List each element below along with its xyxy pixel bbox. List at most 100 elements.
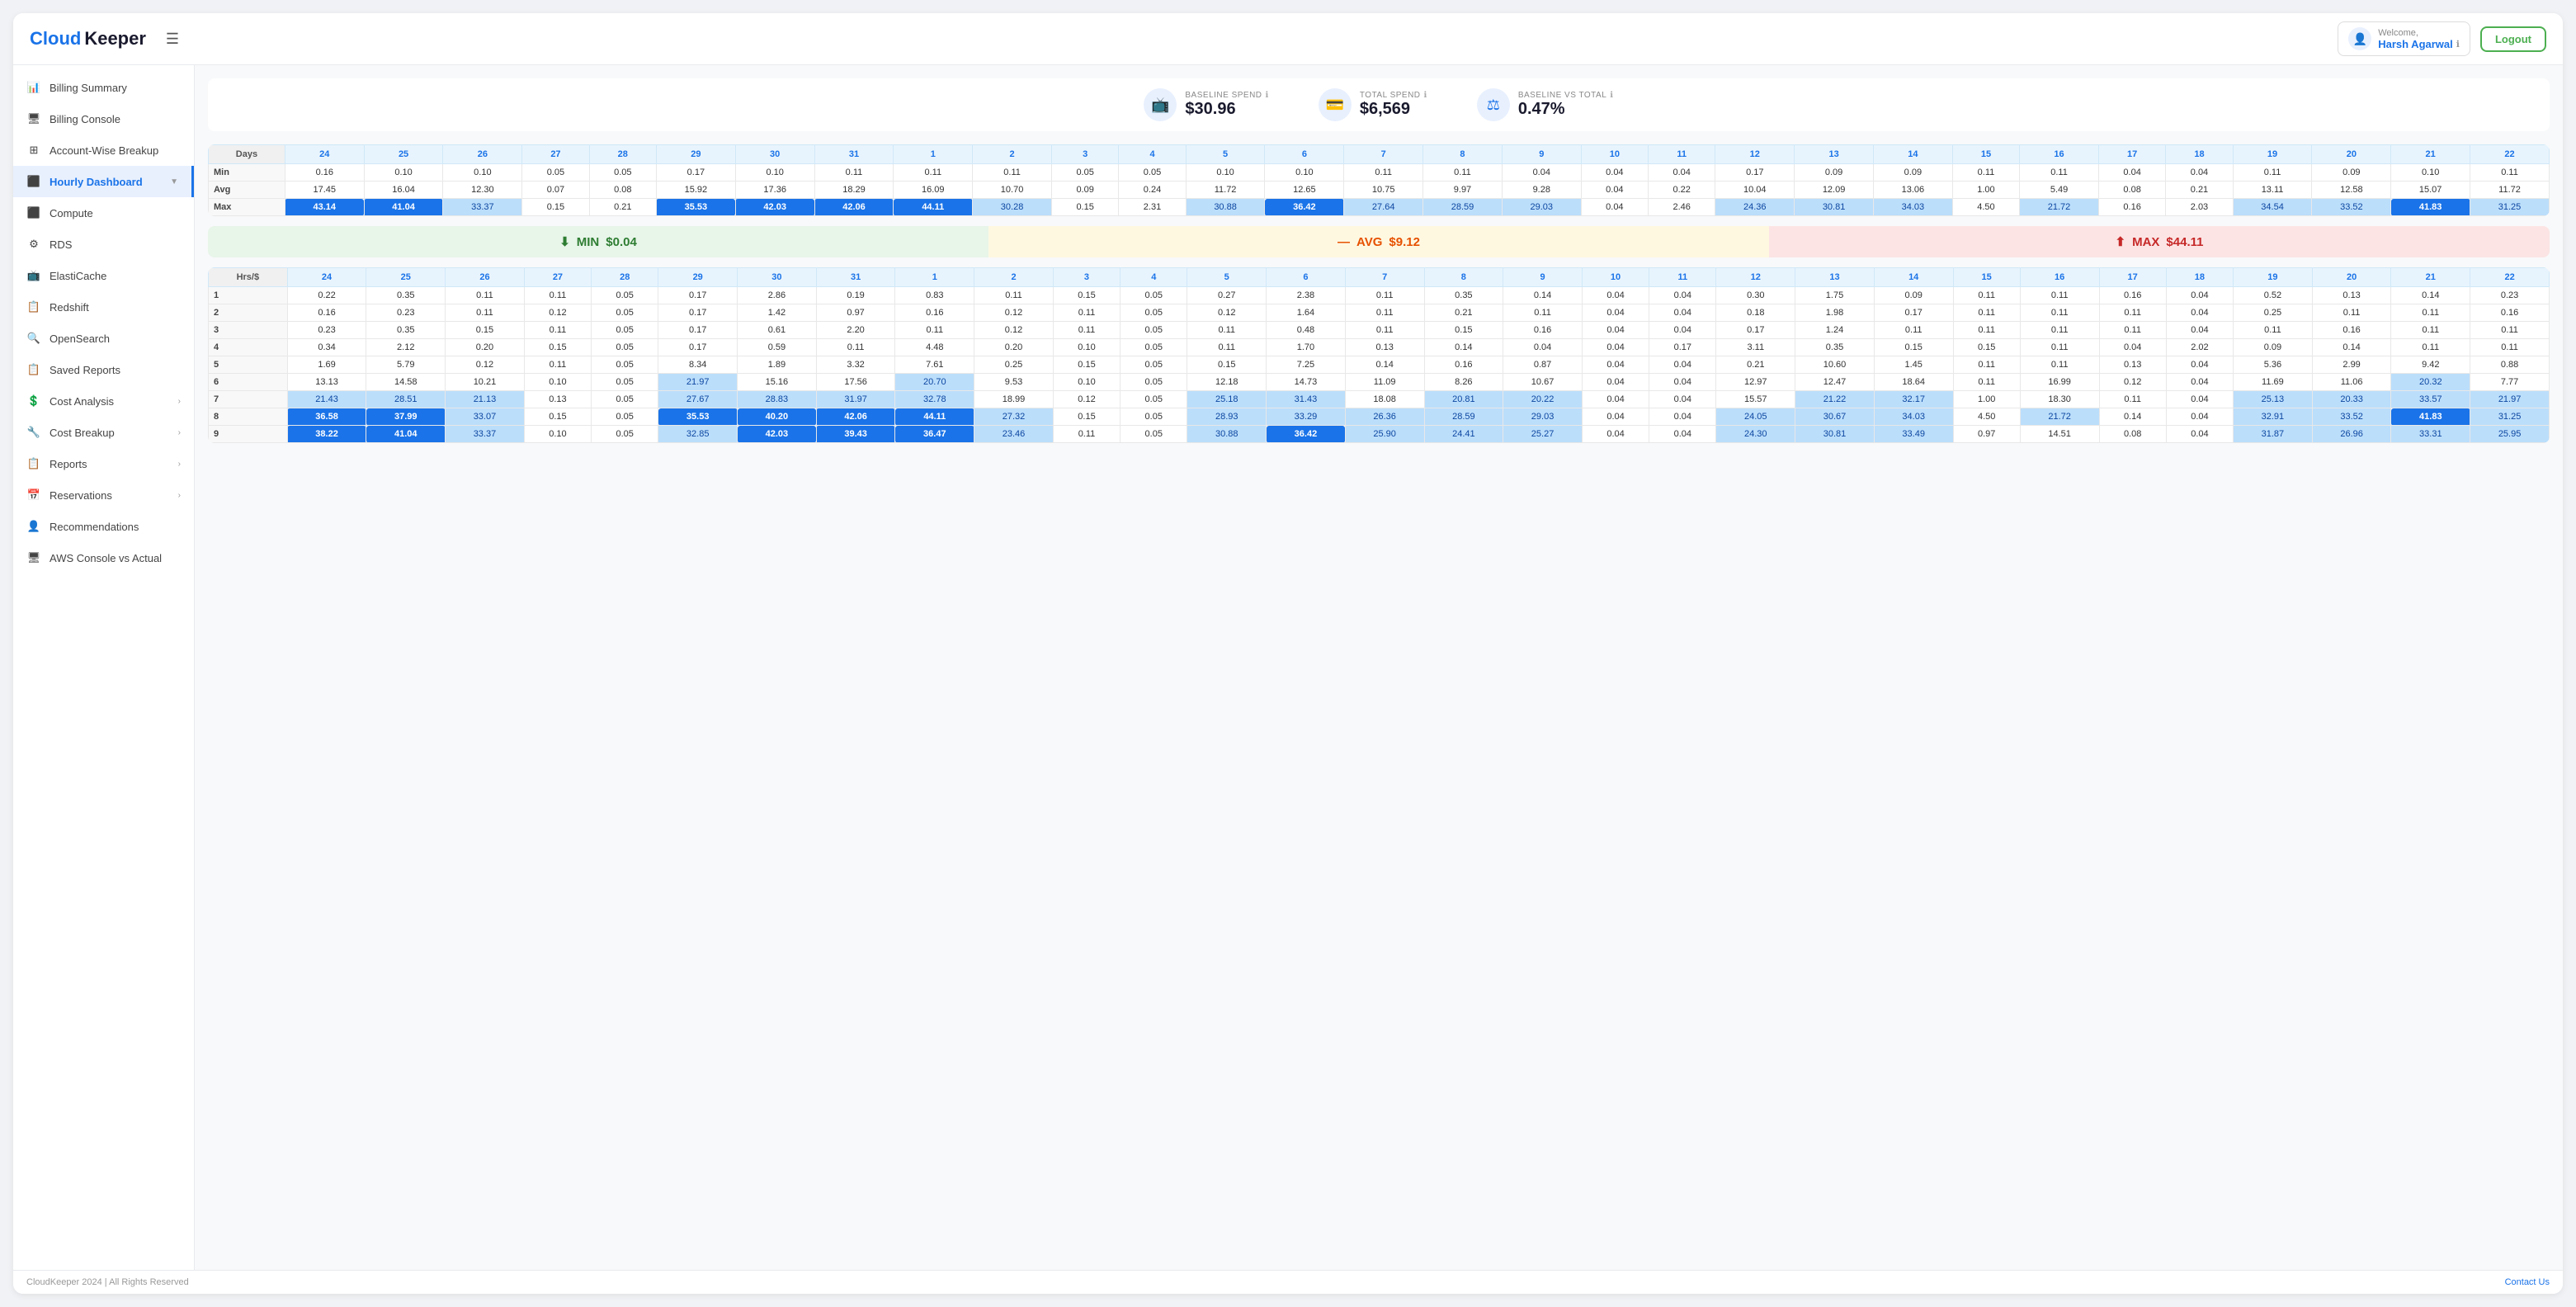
cell: 0.11 [1953, 374, 2020, 391]
top-header-27: 27 [522, 145, 589, 164]
cell: 0.04 [2166, 304, 2233, 322]
cell: 0.14 [1503, 287, 1583, 304]
cell: 9.28 [1502, 182, 1581, 199]
sidebar-item-compute[interactable]: ⬛ Compute [13, 197, 194, 229]
cell: 30.28 [973, 199, 1052, 216]
cell: 15.07 [2391, 182, 2470, 199]
cell: 0.16 [285, 164, 364, 182]
cell: 0.12 [974, 304, 1054, 322]
sidebar-item-cost-breakup[interactable]: 🔧 Cost Breakup › [13, 417, 194, 448]
cell: 0.11 [1952, 164, 2019, 182]
main-header-21: 21 [2391, 268, 2470, 287]
table-row: 40.342.120.200.150.050.170.590.114.480.2… [209, 339, 2550, 356]
main-header-20: 20 [2312, 268, 2391, 287]
table-row: Min0.160.100.100.050.050.170.100.110.110… [209, 164, 2550, 182]
cell: 1.98 [1795, 304, 1875, 322]
cell: 7.61 [895, 356, 974, 374]
hamburger-icon[interactable]: ☰ [166, 31, 179, 48]
top-header-20: 20 [2312, 145, 2391, 164]
cell: 27.64 [1344, 199, 1423, 216]
cell: 0.17 [658, 304, 738, 322]
sidebar-item-rds[interactable]: ⚙ RDS [13, 229, 194, 260]
cell: 1.64 [1267, 304, 1346, 322]
cell: 0.05 [592, 408, 658, 426]
cell: 10.21 [446, 374, 525, 391]
sidebar-item-saved-reports[interactable]: 📋 Saved Reports [13, 354, 194, 385]
billing-console-icon: 🖥 [26, 111, 41, 126]
sidebar-item-redshift[interactable]: 📋 Redshift [13, 291, 194, 323]
sidebar-label: Recommendations [50, 521, 139, 533]
min-down-icon: ⬇ [559, 234, 570, 249]
cell: 11.06 [2312, 374, 2391, 391]
top-header-30: 30 [735, 145, 814, 164]
main-header-17: 17 [2099, 268, 2166, 287]
cell: 0.10 [1186, 164, 1265, 182]
cell: 21.13 [446, 391, 525, 408]
cell: 44.11 [894, 199, 973, 216]
cell: 0.83 [895, 287, 974, 304]
cell: 0.04 [1582, 374, 1649, 391]
sidebar-item-elasticache[interactable]: 📺 ElastiCache [13, 260, 194, 291]
top-header-29: 29 [656, 145, 735, 164]
cell: 10.67 [1503, 374, 1583, 391]
cell: 0.04 [2166, 426, 2233, 443]
cell: 0.05 [1121, 287, 1187, 304]
cell: 0.16 [287, 304, 366, 322]
main-header-10: 10 [1582, 268, 1649, 287]
cell: 0.05 [592, 304, 658, 322]
cell: 0.17 [1716, 322, 1795, 339]
cell: 0.23 [2470, 287, 2550, 304]
cell: 0.05 [592, 322, 658, 339]
cell: 0.52 [2234, 287, 2313, 304]
cell: 13.06 [1873, 182, 1952, 199]
cell: 0.11 [1874, 322, 1953, 339]
cell: 16.04 [364, 182, 443, 199]
sidebar-item-account-wise-breakup[interactable]: ⊞ Account-Wise Breakup [13, 134, 194, 166]
sidebar-item-recommendations[interactable]: 👤 Recommendations [13, 511, 194, 542]
baseline-spend-stat: 📺 BASELINE SPEND ℹ $30.96 [1144, 88, 1268, 121]
sidebar-item-hourly-dashboard[interactable]: ⬛ Hourly Dashboard ▼ [13, 166, 194, 197]
cell: 0.35 [1795, 339, 1875, 356]
cell: 10.70 [973, 182, 1052, 199]
total-spend-icon: 💳 [1319, 88, 1352, 121]
top-header-11: 11 [1649, 145, 1715, 164]
sidebar-item-reports[interactable]: 📋 Reports › [13, 448, 194, 479]
sidebar-item-aws-console[interactable]: 🖥 AWS Console vs Actual [13, 542, 194, 573]
sidebar-label: Reservations [50, 489, 112, 502]
main-header-19: 19 [2234, 268, 2313, 287]
top-table: Days242526272829303112345678910111213141… [208, 144, 2550, 216]
main-header-28: 28 [592, 268, 658, 287]
total-spend-value: $6,569 [1360, 100, 1427, 119]
cell: 0.22 [1649, 182, 1715, 199]
cell: 0.11 [1953, 304, 2020, 322]
cell: 31.43 [1267, 391, 1346, 408]
cell: 0.11 [1345, 304, 1424, 322]
sidebar-item-billing-summary[interactable]: 📊 Billing Summary [13, 72, 194, 103]
cell: 0.05 [592, 391, 658, 408]
logout-button[interactable]: Logout [2480, 26, 2546, 52]
main-header-16: 16 [2020, 268, 2099, 287]
cell: 12.97 [1716, 374, 1795, 391]
cell: 7.77 [2470, 374, 2550, 391]
cell: 34.54 [2233, 199, 2312, 216]
cell: 0.10 [524, 426, 591, 443]
sidebar-item-billing-console[interactable]: 🖥 Billing Console [13, 103, 194, 134]
sidebar-item-opensearch[interactable]: 🔍 OpenSearch [13, 323, 194, 354]
cell: 0.11 [2234, 322, 2313, 339]
top-header-2: 2 [973, 145, 1052, 164]
cell: 0.97 [1953, 426, 2020, 443]
row-label: 6 [209, 374, 288, 391]
top-header-15: 15 [1952, 145, 2019, 164]
cell: 0.04 [1649, 164, 1715, 182]
contact-us[interactable]: Contact Us [2505, 1277, 2550, 1287]
top-header-3: 3 [1051, 145, 1118, 164]
cell: 12.09 [1795, 182, 1874, 199]
baseline-spend-icon: 📺 [1144, 88, 1177, 121]
sidebar-item-cost-analysis[interactable]: 💲 Cost Analysis › [13, 385, 194, 417]
main-table: Hrs/$24252627282930311234567891011121314… [208, 267, 2550, 443]
main-header-3: 3 [1053, 268, 1120, 287]
top-header-4: 4 [1119, 145, 1186, 164]
sidebar-item-reservations[interactable]: 📅 Reservations › [13, 479, 194, 511]
cell: 13.13 [287, 374, 366, 391]
cell: 0.87 [1503, 356, 1583, 374]
